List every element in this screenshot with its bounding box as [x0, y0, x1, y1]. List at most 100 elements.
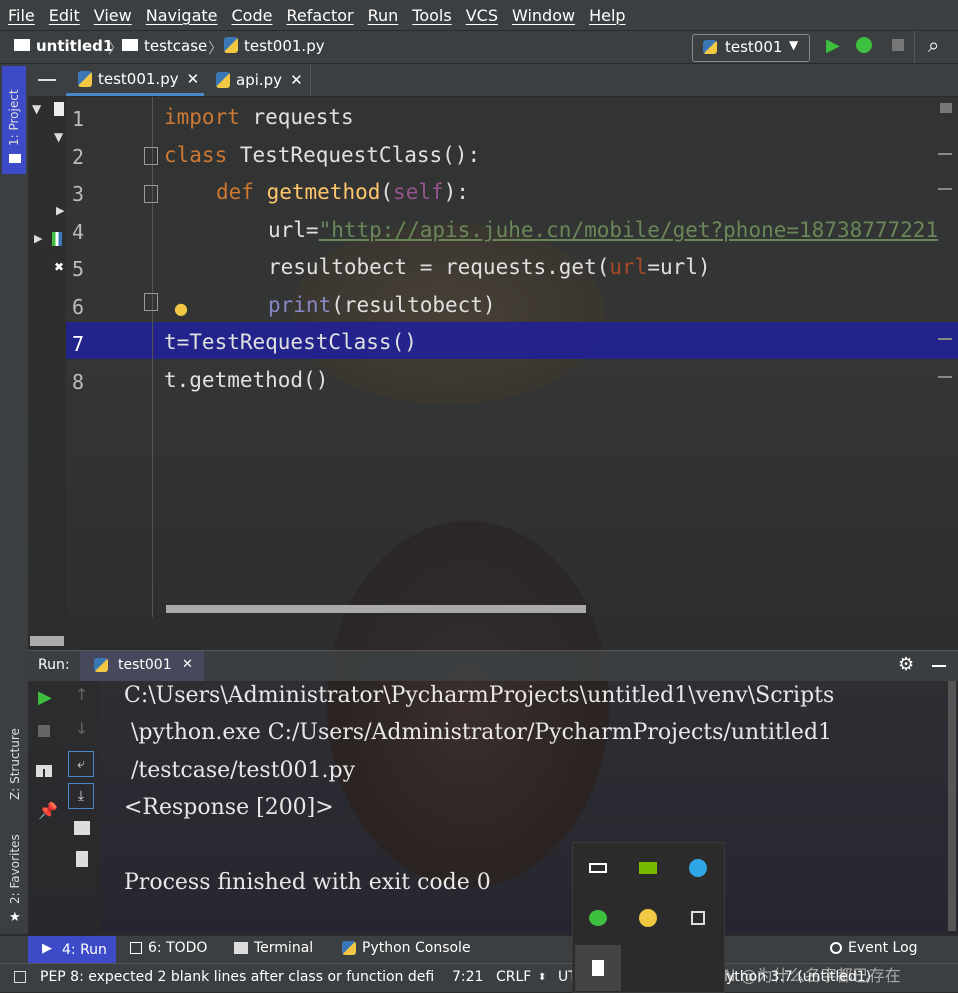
menu-code[interactable]: Code [224, 6, 279, 25]
tree-collapse-icon[interactable]: ▶ [56, 204, 64, 217]
library-icon[interactable] [52, 232, 62, 246]
warning-marker[interactable] [938, 153, 952, 155]
fold-icon[interactable] [144, 147, 158, 165]
tree-expand-icon[interactable]: ▼ [54, 130, 63, 144]
console-line: <Response [200]> [124, 795, 334, 820]
menu-file[interactable]: File [0, 6, 41, 25]
line-number: 7 [72, 332, 85, 356]
stop-icon[interactable] [892, 39, 904, 51]
print-icon[interactable] [74, 821, 90, 835]
project-tool-tab[interactable]: 1: Project [2, 66, 26, 174]
minimize-icon[interactable] [932, 665, 946, 667]
battery-icon[interactable] [583, 853, 613, 883]
nvidia-icon[interactable] [633, 853, 663, 883]
warning-marker[interactable] [938, 338, 952, 340]
code-line-3: def getmethod(self): [216, 180, 469, 204]
run-tab-test001[interactable]: test001 ✕ [80, 651, 204, 681]
line-number: 4 [72, 220, 85, 244]
up-down-icon: ⬍ [538, 972, 547, 983]
horizontal-scrollbar[interactable] [166, 605, 586, 613]
run-toolbar: ▶ 📌 ↑ ↓ ⤶ ⤓ [28, 681, 100, 934]
menu-navigate[interactable]: Navigate [138, 6, 224, 25]
editor-tab-bar: test001.py ✕ api.py ✕ [66, 64, 958, 97]
run-icon[interactable]: ▶ [826, 35, 840, 56]
breadcrumb-folder[interactable]: testcase [144, 37, 207, 55]
menu-help[interactable]: Help [581, 6, 631, 25]
breadcrumb-project[interactable]: untitled1 [36, 37, 113, 55]
warning-marker[interactable] [938, 376, 952, 378]
event-log-icon [830, 942, 842, 954]
menu-refactor[interactable]: Refactor [278, 6, 359, 25]
stop-icon[interactable] [38, 725, 50, 737]
minimize-icon[interactable] [38, 79, 56, 81]
copy-icon[interactable] [683, 903, 713, 933]
caret-position[interactable]: 7:21 [452, 969, 483, 985]
run-tool-tab[interactable]: ▶ 4: Run [28, 936, 116, 964]
breadcrumb-file[interactable]: test001.py [244, 37, 325, 55]
tool-windows-icon[interactable] [14, 971, 26, 983]
tree-folder-icon[interactable] [54, 102, 64, 116]
project-panel-header [28, 64, 66, 96]
menu-tools[interactable]: Tools [404, 6, 457, 25]
menu-view[interactable]: View [86, 6, 138, 25]
tab-api[interactable]: api.py ✕ [206, 64, 311, 96]
structure-tool-tab[interactable]: Z: Structure [2, 700, 26, 810]
line-number: 2 [72, 145, 85, 169]
inspection-status-icon[interactable] [940, 103, 952, 113]
code-line-4: url="http://apis.juhe.cn/mobile/get?phon… [268, 218, 938, 242]
console-scrollbar[interactable] [948, 681, 956, 931]
terminal-tool-tab[interactable]: Terminal [234, 940, 313, 956]
scratches-icon[interactable]: ✖ [54, 260, 64, 274]
trash-icon[interactable] [76, 851, 88, 867]
console-line: \python.exe C:/Users/Administrator/Pycha… [124, 720, 833, 745]
gear-icon[interactable]: ⚙ [898, 654, 914, 675]
rerun-icon[interactable]: ▶ [38, 687, 52, 708]
menu-run[interactable]: Run [360, 6, 405, 25]
python-icon [342, 941, 356, 955]
soft-wrap-icon[interactable]: ⤶ [68, 751, 94, 777]
run-tool-label: 4: Run [62, 942, 107, 958]
line-number: 3 [72, 182, 85, 206]
line-separator[interactable]: CRLF [496, 969, 531, 985]
code-text: resultobect = requests.get( [268, 255, 610, 279]
line-number: 6 [72, 295, 85, 319]
tab-test001[interactable]: test001.py ✕ [66, 64, 204, 96]
todo-tool-tab[interactable]: 6: TODO [130, 940, 207, 956]
pin-icon[interactable]: 📌 [38, 801, 58, 820]
run-configuration-select[interactable]: test001 ▼ [692, 34, 810, 62]
status-message[interactable]: PEP 8: expected 2 blank lines after clas… [40, 969, 434, 985]
lightbulb-icon[interactable]: ● [174, 299, 188, 318]
menu-edit[interactable]: Edit [41, 6, 86, 25]
code-text: ( [380, 180, 394, 204]
run-console-output[interactable]: C:\Users\Administrator\PycharmProjects\u… [100, 681, 948, 934]
python-console-tool-tab[interactable]: Python Console [342, 940, 471, 956]
code-line-8: t.getmethod() [164, 368, 329, 392]
navigation-bar: untitled1 〉 testcase 〉 test001.py test00… [0, 31, 958, 64]
project-tab-label: 1: Project [7, 89, 21, 146]
project-panel-scrollbar[interactable] [30, 636, 64, 646]
tree-collapse-icon[interactable]: ▶ [34, 232, 42, 245]
close-icon[interactable]: ✕ [290, 71, 303, 89]
event-log-tool-tab[interactable]: Event Log [830, 940, 918, 956]
wechat-icon[interactable] [583, 903, 613, 933]
warning-marker[interactable] [938, 188, 952, 190]
code-editor[interactable]: 1 2 3 4 5 6 7 8 ● import requests class … [66, 97, 958, 650]
bookmark-icon[interactable] [575, 945, 621, 991]
menu-vcs[interactable]: VCS [458, 6, 504, 25]
layout-icon[interactable] [36, 765, 52, 777]
close-icon[interactable]: ✕ [187, 70, 200, 88]
favorites-tool-tab[interactable]: ★ 2: Favorites [2, 824, 26, 929]
close-icon[interactable]: ✕ [182, 657, 193, 672]
scroll-to-end-icon[interactable]: ⤓ [68, 783, 94, 809]
search-icon[interactable]: ⌕ [928, 33, 939, 57]
project-tree-panel: ▼ ▼ ▶ ▶ ✖ [28, 64, 66, 650]
fold-icon[interactable] [144, 185, 158, 203]
debug-bug-icon[interactable] [856, 37, 872, 53]
app-tray-icon[interactable] [633, 903, 663, 933]
fold-icon[interactable] [144, 293, 158, 311]
sync-icon[interactable] [683, 853, 713, 883]
up-arrow-icon[interactable]: ↑ [75, 685, 88, 704]
tree-expand-icon[interactable]: ▼ [32, 102, 41, 116]
down-arrow-icon[interactable]: ↓ [75, 719, 88, 738]
menu-window[interactable]: Window [504, 6, 581, 25]
